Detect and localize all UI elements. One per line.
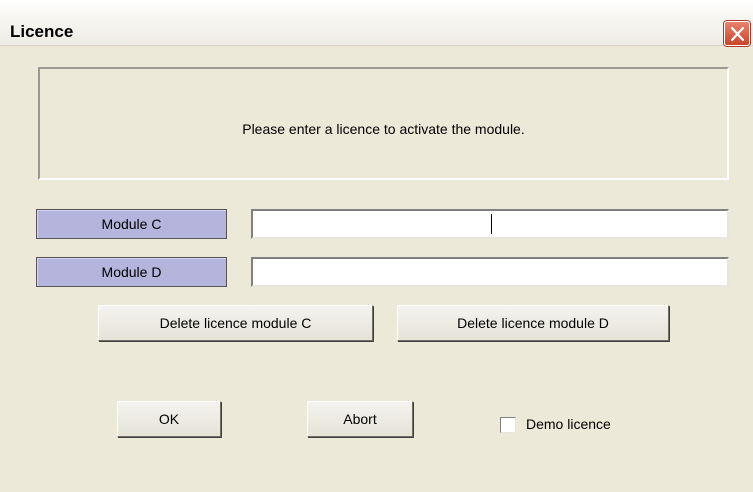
module-d-label: Module D — [36, 257, 227, 287]
demo-licence-checkbox[interactable] — [500, 417, 516, 433]
licence-dialog: Licence Please enter a licence to activa… — [0, 0, 753, 492]
module-d-licence-input[interactable] — [251, 257, 729, 287]
abort-button[interactable]: Abort — [307, 401, 413, 437]
title-bar[interactable]: Licence — [0, 0, 753, 46]
demo-licence-label[interactable]: Demo licence — [526, 416, 611, 432]
module-c-licence-input[interactable] — [251, 209, 729, 239]
info-message: Please enter a licence to activate the m… — [242, 121, 525, 137]
close-button[interactable] — [724, 21, 750, 46]
close-icon — [730, 26, 745, 42]
window-title: Licence — [10, 22, 74, 41]
delete-licence-module-c-button[interactable]: Delete licence module C — [98, 305, 373, 341]
delete-licence-module-d-button[interactable]: Delete licence module D — [397, 305, 669, 341]
text-caret — [491, 214, 492, 234]
info-panel: Please enter a licence to activate the m… — [38, 67, 729, 180]
module-c-label: Module C — [36, 209, 227, 239]
ok-button[interactable]: OK — [117, 401, 221, 437]
